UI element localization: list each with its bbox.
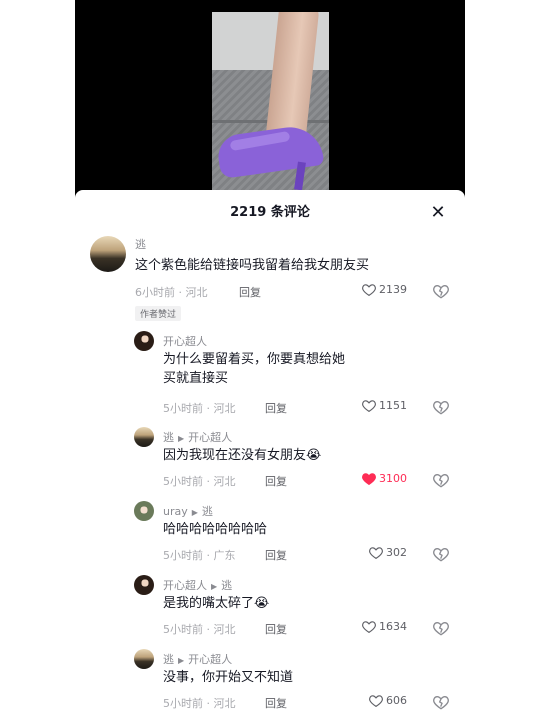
comment-time-location: 5小时前 · 广东 [163,549,236,562]
like-count: 302 [386,546,407,559]
comment-author[interactable]: 开心超人 [163,333,207,349]
comment-text: 这个紫色能给链接吗我留着给我女朋友买 [135,258,370,273]
comment-author[interactable]: 逃 ▶ 开心超人 [163,651,232,667]
heart-icon [362,284,376,296]
reply-button[interactable]: 回复 [265,621,287,637]
like-count: 2139 [379,283,407,296]
comment-author[interactable]: uray ▶ 逃 [163,503,213,519]
avatar[interactable] [134,427,154,447]
phone-frame: 2219 条评论 ✕ 逃 这个紫色能给链接吗我留着给我女朋友买 6小时前 · 河… [75,0,465,719]
heart-icon [362,621,376,633]
close-icon[interactable]: ✕ [427,202,449,224]
video-frame [212,12,329,192]
comment-text: 为什么要留着买，你要真想给她买就直接买 [163,352,346,386]
reply-button[interactable]: 回复 [265,695,287,711]
comment-time-location: 5小时前 · 河北 [163,475,236,488]
heart-icon [362,400,376,412]
comment-time-location: 5小时前 · 河北 [163,623,236,636]
like-button[interactable]: 3100 [362,472,407,485]
author-liked-badge: 作者赞过 [135,306,182,321]
comment-time-location: 5小时前 · 河北 [163,697,236,710]
heart-icon [362,473,376,485]
avatar[interactable] [134,649,154,669]
comment-text: 没事，你开始又不知道 [163,670,294,685]
avatar[interactable] [134,501,154,521]
broken-heart-icon[interactable] [433,546,449,562]
comment-author[interactable]: 开心超人 ▶ 逃 [163,577,232,593]
avatar[interactable] [134,575,154,595]
triangle-right-icon: ▶ [211,582,218,591]
comment-count-title: 2219 条评论 [230,205,310,220]
video-player[interactable] [75,0,465,200]
like-count: 606 [386,694,407,707]
like-button[interactable]: 1634 [362,620,407,633]
comment-sheet: 2219 条评论 ✕ 逃 这个紫色能给链接吗我留着给我女朋友买 6小时前 · 河… [75,190,465,719]
heart-icon [369,547,383,559]
reply-button[interactable]: 回复 [265,473,287,489]
comment-time-location: 5小时前 · 河北 [163,402,236,415]
comment-text: 哈哈哈哈哈哈哈哈 [163,522,268,537]
like-button[interactable]: 2139 [362,283,407,296]
like-count: 1151 [379,399,407,412]
broken-heart-icon[interactable] [433,694,449,710]
comment-author[interactable]: 逃 ▶ 开心超人 [163,429,232,445]
broken-heart-icon[interactable] [433,283,449,299]
comment-time-location: 6小时前 · 河北 [135,286,208,299]
like-button[interactable]: 1151 [362,399,407,412]
crying-emoji: 😭 [254,596,270,611]
broken-heart-icon[interactable] [433,399,449,415]
crying-emoji: 😭 [306,448,322,463]
broken-heart-icon[interactable] [433,620,449,636]
avatar[interactable] [90,236,126,272]
avatar[interactable] [134,331,154,351]
comment-text: 因为我现在还没有女朋友😭 [163,448,322,463]
broken-heart-icon[interactable] [433,472,449,488]
triangle-right-icon: ▶ [178,434,185,443]
comment-author[interactable]: 逃 [135,236,146,252]
like-button[interactable]: 606 [369,694,407,707]
reply-button[interactable]: 回复 [265,400,287,416]
heart-icon [369,695,383,707]
reply-button[interactable]: 回复 [265,547,287,563]
comment-text: 是我的嘴太碎了😭 [163,596,270,611]
like-button[interactable]: 302 [369,546,407,559]
like-count: 3100 [379,472,407,485]
triangle-right-icon: ▶ [178,656,185,665]
reply-button[interactable]: 回复 [239,284,261,300]
like-count: 1634 [379,620,407,633]
triangle-right-icon: ▶ [191,508,198,517]
